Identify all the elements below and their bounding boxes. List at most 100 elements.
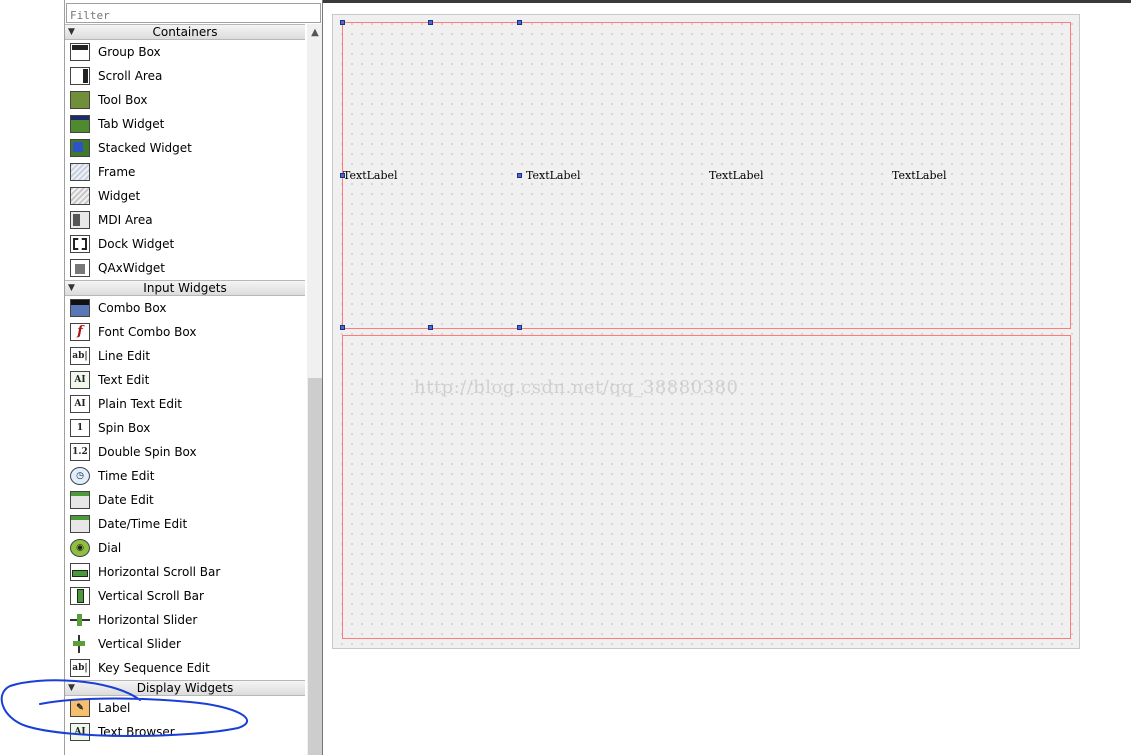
widget-item-label: Plain Text Edit: [98, 397, 182, 411]
tab-widget-icon: [70, 115, 90, 133]
time-edit-icon: ◷: [70, 467, 90, 485]
scrollbar-thumb[interactable]: [308, 378, 322, 755]
resize-handle[interactable]: [340, 20, 345, 25]
widget-item-frame[interactable]: Frame: [65, 160, 305, 184]
widget-item-group-box[interactable]: Group Box: [65, 40, 305, 64]
resize-handle[interactable]: [517, 325, 522, 330]
widget-item-key-sequence-edit[interactable]: ab| Key Sequence Edit: [65, 656, 305, 680]
text-label-4[interactable]: TextLabel: [892, 169, 947, 182]
widget-item-label: Text Edit: [98, 373, 150, 387]
scroll-up-arrow-icon[interactable]: ▲: [307, 24, 322, 41]
widget-item-label: Dial: [98, 541, 122, 555]
widget-item-time-edit[interactable]: ◷ Time Edit: [65, 464, 305, 488]
watermark: http://blog.csdn.net/qq_38880380: [414, 377, 739, 398]
resize-handle[interactable]: [340, 325, 345, 330]
category-input-widgets[interactable]: ▼ Input Widgets: [65, 280, 305, 296]
category-containers[interactable]: ▼ Containers: [65, 24, 305, 40]
widget-item-label: Group Box: [98, 45, 161, 59]
widget-item-label: MDI Area: [98, 213, 153, 227]
date-time-edit-icon: [70, 515, 90, 533]
top-border: [323, 0, 1131, 3]
date-edit-icon: [70, 491, 90, 509]
category-display-widgets[interactable]: ▼ Display Widgets: [65, 680, 305, 696]
widget-item-horizontal-slider[interactable]: Horizontal Slider: [65, 608, 305, 632]
widget-item-label: Horizontal Slider: [98, 613, 198, 627]
widget-item-label: Horizontal Scroll Bar: [98, 565, 221, 579]
widget-item-label: Tab Widget: [98, 117, 165, 131]
widget-item-label: Widget: [98, 189, 141, 203]
widget-item-label: Tool Box: [98, 93, 148, 107]
widget-item-label: Combo Box: [98, 301, 167, 315]
resize-handle[interactable]: [428, 20, 433, 25]
widget-item-label: Stacked Widget: [98, 141, 192, 155]
widget-item-tool-box[interactable]: Tool Box: [65, 88, 305, 112]
widget-item-dock-widget[interactable]: Dock Widget: [65, 232, 305, 256]
widget-item-label: Text Browser: [98, 725, 175, 739]
spin-box-icon: 1: [70, 419, 90, 437]
mdi-area-icon: [70, 211, 90, 229]
resize-handle[interactable]: [517, 20, 522, 25]
double-spin-box-icon: 1.2: [70, 443, 90, 461]
widget-item-dial[interactable]: ◉ Dial: [65, 536, 305, 560]
widget-item-vertical-slider[interactable]: Vertical Slider: [65, 632, 305, 656]
horizontal-slider-icon: [70, 611, 90, 629]
widget-item-date-edit[interactable]: Date Edit: [65, 488, 305, 512]
panel-divider[interactable]: [322, 0, 323, 755]
widget-item-label: Font Combo Box: [98, 325, 197, 339]
widget-item-label: Frame: [98, 165, 136, 179]
collapse-arrow-icon[interactable]: ▼: [68, 25, 75, 39]
horizontal-scroll-bar-icon: [70, 563, 90, 581]
group-box-icon: [70, 43, 90, 61]
widget-item-widget[interactable]: Widget: [65, 184, 305, 208]
widget-item-label: Dock Widget: [98, 237, 175, 251]
resize-handle[interactable]: [517, 173, 522, 178]
widget-item-horizontal-scroll-bar[interactable]: Horizontal Scroll Bar: [65, 560, 305, 584]
collapse-arrow-icon[interactable]: ▼: [68, 281, 75, 295]
widget-item-plain-text-edit[interactable]: AI Plain Text Edit: [65, 392, 305, 416]
widget-item-text-edit[interactable]: AI Text Edit: [65, 368, 305, 392]
tool-box-icon: [70, 91, 90, 109]
text-label-3[interactable]: TextLabel: [709, 169, 764, 182]
widget-item-label: QAxWidget: [98, 261, 166, 275]
text-label-2[interactable]: TextLabel: [526, 169, 581, 182]
widget-item-label[interactable]: ✎ Label: [65, 696, 305, 720]
horizontal-layout-top[interactable]: [342, 22, 1071, 329]
vertical-scroll-bar-icon: [70, 587, 90, 605]
widget-icon: [70, 187, 90, 205]
widget-item-label: Date/Time Edit: [98, 517, 188, 531]
qaxwidget-icon: [70, 259, 90, 277]
frame-icon: [70, 163, 90, 181]
widget-item-text-browser[interactable]: AI Text Browser: [65, 720, 305, 744]
text-edit-icon: AI: [70, 371, 90, 389]
key-sequence-edit-icon: ab|: [70, 659, 90, 677]
collapse-arrow-icon[interactable]: ▼: [68, 681, 75, 695]
widget-box-panel: ▼ Containers Group Box Scroll Area Tool Bo…: [64, 0, 322, 755]
widget-item-font-combo-box[interactable]: f Font Combo Box: [65, 320, 305, 344]
resize-handle[interactable]: [340, 173, 345, 178]
widget-item-double-spin-box[interactable]: 1.2 Double Spin Box: [65, 440, 305, 464]
widget-item-label: Vertical Slider: [98, 637, 181, 651]
widget-item-line-edit[interactable]: ab| Line Edit: [65, 344, 305, 368]
resize-handle[interactable]: [428, 325, 433, 330]
widget-item-qaxwidget[interactable]: QAxWidget: [65, 256, 305, 280]
widget-item-tab-widget[interactable]: Tab Widget: [65, 112, 305, 136]
widget-box-scrollbar[interactable]: ▲: [307, 24, 322, 755]
category-label: Input Widgets: [143, 281, 227, 295]
widget-item-vertical-scroll-bar[interactable]: Vertical Scroll Bar: [65, 584, 305, 608]
stacked-widget-icon: [70, 139, 90, 157]
widget-item-label: Time Edit: [98, 469, 155, 483]
widget-item-combo-box[interactable]: Combo Box: [65, 296, 305, 320]
widget-item-stacked-widget[interactable]: Stacked Widget: [65, 136, 305, 160]
text-label-1[interactable]: TextLabel: [343, 169, 398, 182]
vertical-slider-icon: [70, 635, 90, 653]
category-label: Containers: [152, 25, 218, 39]
dock-widget-icon: [70, 235, 90, 253]
line-edit-icon: ab|: [70, 347, 90, 365]
plain-text-edit-icon: AI: [70, 395, 90, 413]
widget-item-spin-box[interactable]: 1 Spin Box: [65, 416, 305, 440]
widget-item-mdi-area[interactable]: MDI Area: [65, 208, 305, 232]
widget-item-label: Double Spin Box: [98, 445, 197, 459]
filter-input[interactable]: [66, 3, 321, 23]
widget-item-scroll-area[interactable]: Scroll Area: [65, 64, 305, 88]
widget-item-date-time-edit[interactable]: Date/Time Edit: [65, 512, 305, 536]
